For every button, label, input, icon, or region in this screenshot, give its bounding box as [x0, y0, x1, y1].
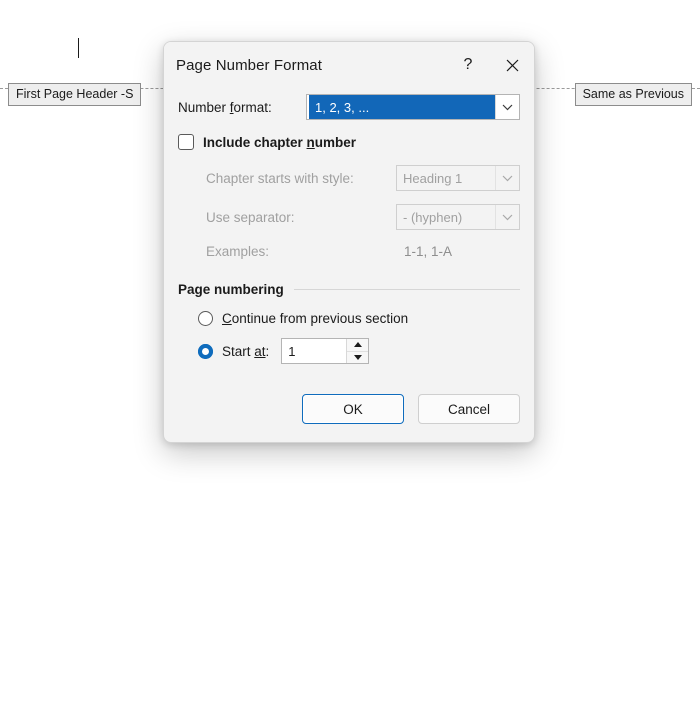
number-format-value: 1, 2, 3, ...	[309, 95, 495, 119]
chevron-down-icon	[495, 166, 519, 190]
start-at-radio[interactable]	[198, 343, 213, 359]
number-format-label-prefix: Number	[178, 99, 230, 115]
triangle-down-icon[interactable]	[347, 351, 369, 363]
close-icon[interactable]	[490, 43, 534, 87]
dialog-title-bar: Page Number Format ?	[164, 42, 534, 88]
dialog-title: Page Number Format	[176, 56, 323, 74]
include-chapter-label-suffix: umber	[314, 134, 357, 150]
number-format-label-suffix: ormat:	[233, 99, 272, 115]
number-format-label: Number format:	[178, 100, 306, 115]
page-number-format-dialog: Page Number Format ? Number format: 1, 2…	[163, 41, 535, 443]
start-at-label: Start at:	[222, 344, 269, 359]
chapter-style-label: Chapter starts with style:	[206, 170, 354, 186]
page-numbering-group-label: Page numbering	[178, 282, 284, 297]
use-separator-label: Use separator:	[206, 209, 295, 225]
continue-label-suffix: ontinue from previous section	[231, 310, 409, 326]
help-icon[interactable]: ?	[446, 43, 490, 87]
start-at-label-accel: at	[254, 343, 266, 359]
examples-value: 1-1, 1-A	[404, 243, 453, 259]
chapter-style-value: Heading 1	[403, 170, 463, 186]
triangle-up-icon[interactable]	[347, 339, 369, 352]
include-chapter-label-accel: n	[306, 134, 315, 150]
start-at-input[interactable]	[282, 339, 347, 363]
continue-from-previous-row[interactable]: Continue from previous section	[178, 308, 520, 328]
start-at-label-suffix: :	[265, 343, 270, 359]
number-format-row: Number format: 1, 2, 3, ...	[178, 94, 520, 120]
use-separator-row: Use separator: - (hyphen)	[178, 204, 520, 230]
continue-from-previous-label: Continue from previous section	[222, 311, 408, 326]
include-chapter-label-prefix: Include chapter	[203, 134, 307, 150]
chevron-down-icon	[495, 205, 519, 229]
use-separator-dropdown: - (hyphen)	[396, 204, 520, 230]
examples-row: Examples: 1-1, 1-A	[178, 242, 520, 260]
header-tag-same-as-previous: Same as Previous	[574, 83, 692, 106]
chapter-style-row: Chapter starts with style: Heading 1	[178, 165, 520, 191]
start-at-spin-buttons[interactable]	[346, 339, 369, 363]
group-separator-rule	[293, 289, 520, 290]
header-tag-first-page: First Page Header -S	[8, 83, 142, 106]
chevron-down-icon[interactable]	[495, 95, 519, 119]
chapter-style-dropdown: Heading 1	[396, 165, 520, 191]
use-separator-value: - (hyphen)	[403, 209, 463, 225]
examples-label: Examples:	[206, 243, 270, 259]
dialog-body: Number format: 1, 2, 3, ... Include chap…	[164, 94, 534, 364]
text-cursor	[78, 38, 79, 58]
page-numbering-group-header: Page numbering	[178, 282, 520, 297]
continue-from-previous-radio[interactable]	[198, 310, 213, 326]
help-glyph: ?	[463, 56, 473, 73]
number-format-dropdown[interactable]: 1, 2, 3, ...	[306, 94, 520, 120]
include-chapter-number-checkbox[interactable]	[178, 134, 194, 150]
ok-button[interactable]: OK	[302, 394, 404, 424]
start-at-label-prefix: Start	[222, 343, 255, 359]
include-chapter-number-row[interactable]: Include chapter number	[178, 132, 520, 152]
dialog-footer: OK Cancel	[164, 394, 534, 424]
start-at-row[interactable]: Start at:	[178, 338, 520, 364]
start-at-stepper[interactable]	[281, 338, 370, 364]
continue-label-accel: C	[222, 310, 232, 326]
cancel-button[interactable]: Cancel	[418, 394, 520, 424]
include-chapter-number-label: Include chapter number	[203, 135, 356, 150]
